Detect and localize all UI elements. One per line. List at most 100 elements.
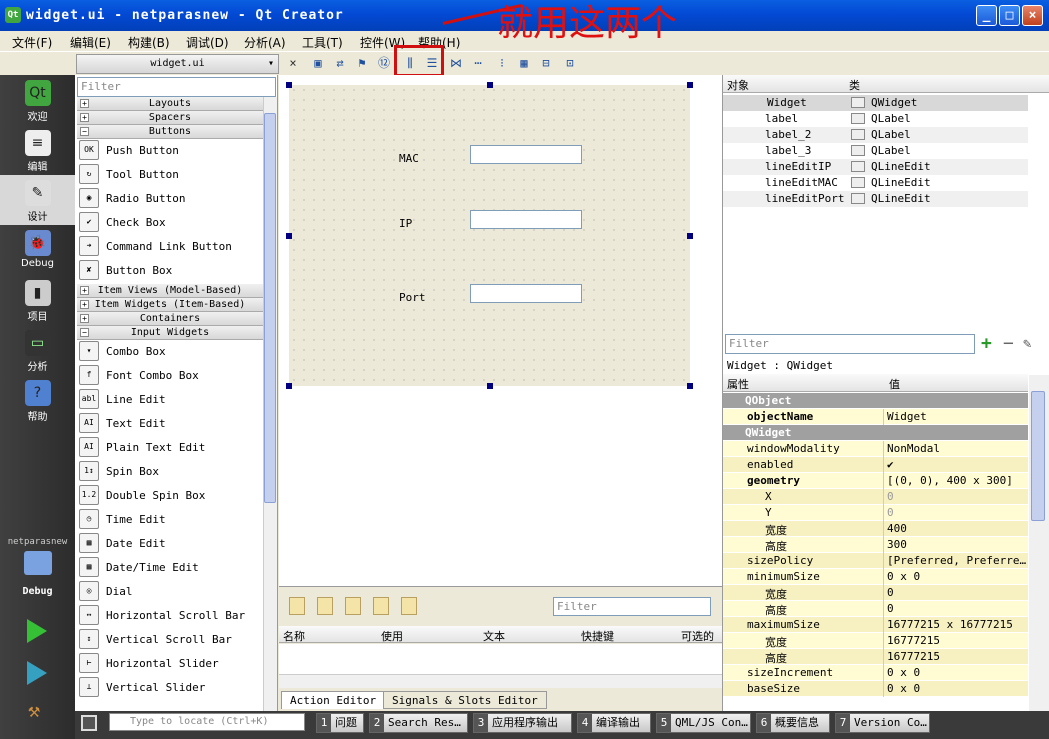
property-value[interactable]: ✔ (887, 458, 1027, 471)
property-value[interactable]: 0 x 0 (887, 570, 1027, 583)
property-value[interactable]: NonModal (887, 442, 1027, 455)
locator-input[interactable]: Type to locate (Ctrl+K) (109, 713, 305, 731)
paste-action-icon[interactable] (345, 597, 361, 615)
output-pane-button-2[interactable]: 2 Search Res… (369, 713, 468, 733)
action-table[interactable] (279, 644, 722, 674)
close-button[interactable]: × (1022, 5, 1043, 26)
property-row[interactable]: QWidget (723, 425, 1028, 441)
mode-welcome[interactable]: Qt 欢迎 (0, 75, 75, 125)
close-document-icon[interactable]: × (285, 55, 301, 71)
category-spacers[interactable]: + Spacers (77, 111, 263, 125)
widget-item[interactable]: ▦ Date/Time Edit (79, 556, 263, 580)
property-row[interactable]: 高度 300 (723, 537, 1028, 553)
configure-action-icon[interactable] (401, 597, 417, 615)
widget-item[interactable]: ⊢ Horizontal Slider (79, 652, 263, 676)
object-row[interactable]: label_2 QLabel (723, 127, 1028, 143)
widget-item[interactable]: AI Text Edit (79, 412, 263, 436)
selection-handle[interactable] (487, 383, 493, 389)
property-value[interactable]: 0 (887, 506, 1027, 519)
widget-item[interactable]: ↕ Vertical Scroll Bar (79, 628, 263, 652)
mode-debug[interactable]: 🐞 Debug (0, 225, 75, 275)
property-value[interactable]: 0 x 0 (887, 666, 1027, 679)
property-row[interactable]: enabled ✔ (723, 457, 1028, 473)
adjust-size-icon[interactable]: ⊡ (562, 55, 578, 71)
output-pane-button-5[interactable]: 5 QML/JS Con… (656, 713, 751, 733)
action-table-hscrollbar[interactable] (279, 674, 722, 688)
expand-toggle-icon[interactable]: − (80, 127, 89, 136)
widget-item[interactable]: ▦ Date Edit (79, 532, 263, 556)
category-layouts[interactable]: + Layouts (77, 97, 263, 111)
object-row[interactable]: label QLabel (723, 111, 1028, 127)
line-edit-port[interactable] (470, 284, 582, 303)
widget-item[interactable]: f Font Combo Box (79, 364, 263, 388)
line-edit-ip[interactable] (470, 210, 582, 229)
form-label-port[interactable]: Port (399, 291, 426, 304)
output-pane-button-3[interactable]: 3 应用程序输出 (473, 713, 572, 733)
widget-item[interactable]: ↻ Tool Button (79, 163, 263, 187)
expand-toggle-icon[interactable]: + (80, 314, 89, 323)
widget-item[interactable]: OK Push Button (79, 139, 263, 163)
widget-item[interactable]: ◉ Radio Button (79, 187, 263, 211)
widget-item[interactable]: ➜ Command Link Button (79, 235, 263, 259)
property-filter-input[interactable]: Filter (725, 334, 975, 354)
splitter-horizontal-icon[interactable]: ⋈ (448, 55, 464, 71)
property-row[interactable]: windowModality NonModal (723, 441, 1028, 457)
mode-analyze[interactable]: ▭ 分析 (0, 325, 75, 375)
menu-item-2[interactable]: 构建(B) (128, 34, 170, 51)
widget-item[interactable]: ✘ Button Box (79, 259, 263, 283)
layout-form-icon[interactable]: ⁝ (494, 55, 510, 71)
action-header-3[interactable]: 快捷键 (581, 628, 614, 644)
action-header-2[interactable]: 文本 (483, 628, 505, 644)
menu-item-5[interactable]: 工具(T) (302, 34, 343, 51)
action-header-4[interactable]: 可选的 (681, 628, 714, 644)
property-value[interactable]: 0 (887, 602, 1027, 615)
property-row[interactable]: 宽度 16777215 (723, 633, 1028, 649)
output-pane-button-7[interactable]: 7 Version Co… (835, 713, 930, 733)
kit-computer-icon[interactable] (24, 551, 52, 575)
expand-toggle-icon[interactable]: − (80, 328, 89, 337)
category-input[interactable]: − Input Widgets (77, 326, 263, 340)
property-value[interactable]: 0 (887, 586, 1027, 599)
menu-item-3[interactable]: 调试(D) (186, 34, 229, 51)
selection-handle[interactable] (687, 233, 693, 239)
object-row[interactable]: label_3 QLabel (723, 143, 1028, 159)
property-value[interactable]: 0 (887, 490, 1027, 503)
property-row[interactable]: minimumSize 0 x 0 (723, 569, 1028, 585)
widget-item[interactable]: ◷ Time Edit (79, 508, 263, 532)
selection-handle[interactable] (687, 383, 693, 389)
menu-item-1[interactable]: 编辑(E) (70, 34, 111, 51)
property-row[interactable]: X0 (723, 489, 1028, 505)
tab-1[interactable]: Signals & Slots Editor (383, 691, 547, 709)
expand-toggle-icon[interactable]: + (80, 99, 89, 108)
selection-handle[interactable] (487, 82, 493, 88)
mode-help[interactable]: ? 帮助 (0, 375, 75, 425)
run-icon[interactable] (27, 619, 47, 643)
edit-tab-order-icon[interactable]: ⑫ (376, 55, 392, 71)
open-document-selector[interactable]: widget.ui ▾ (76, 54, 279, 74)
splitter-vertical-icon[interactable]: ⋯ (470, 55, 486, 71)
property-value[interactable]: [(0, 0), 400 x 300] (887, 474, 1027, 487)
output-pane-button-4[interactable]: 4 编译输出 (577, 713, 651, 733)
widget-item[interactable]: ◎ Dial (79, 580, 263, 604)
action-header-0[interactable]: 名称 (283, 628, 305, 644)
selection-handle[interactable] (286, 383, 292, 389)
remove-property-icon[interactable]: − (1003, 335, 1014, 353)
build-hammer-icon[interactable]: ⚒ (28, 699, 50, 721)
menu-item-0[interactable]: 文件(F) (12, 34, 52, 51)
break-layout-icon[interactable]: ⊟ (538, 55, 554, 71)
property-value[interactable]: [Preferred, Preferre… (887, 554, 1027, 567)
copy-action-icon[interactable] (317, 597, 333, 615)
toggle-sidebar-icon[interactable] (81, 715, 97, 731)
object-row[interactable]: lineEditIP QLineEdit (723, 159, 1028, 175)
property-value[interactable]: 16777215 x 16777215 (887, 618, 1027, 631)
object-row[interactable]: Widget QWidget (723, 95, 1028, 111)
expand-toggle-icon[interactable]: + (80, 286, 89, 295)
widget-box-scroll-thumb[interactable] (264, 113, 276, 503)
selection-handle[interactable] (687, 82, 693, 88)
minimize-button[interactable]: _ (976, 5, 997, 26)
property-row[interactable]: 宽度 0 (723, 585, 1028, 601)
property-row[interactable]: maximumSize 16777215 x 16777215 (723, 617, 1028, 633)
property-row[interactable]: QObject (723, 393, 1028, 409)
property-value[interactable]: 300 (887, 538, 1027, 551)
property-row[interactable]: baseSize 0 x 0 (723, 681, 1028, 697)
